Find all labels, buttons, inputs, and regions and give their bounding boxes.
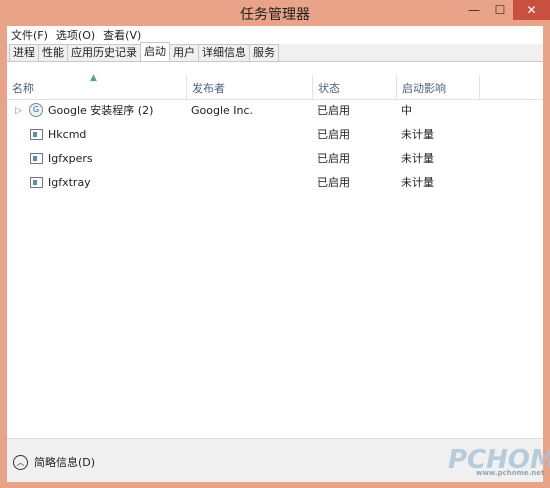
row-impact: 未计量 bbox=[401, 152, 434, 165]
row-name: Google 安装程序 (2) bbox=[48, 104, 154, 117]
table-row[interactable]: Hkcmd 已启用 未计量 bbox=[7, 123, 543, 147]
row-name: Igfxtray bbox=[48, 176, 91, 189]
table-row[interactable]: Igfxpers 已启用 未计量 bbox=[7, 147, 543, 171]
column-header-publisher[interactable]: 发布者 bbox=[187, 75, 313, 99]
tab-startup[interactable]: 启动 bbox=[140, 42, 170, 61]
row-impact: 中 bbox=[401, 104, 412, 117]
row-status: 已启用 bbox=[317, 104, 350, 117]
pchome-watermark: PCHOME www.pchome.net bbox=[448, 440, 550, 488]
chevron-up-icon[interactable]: ︿ bbox=[13, 455, 28, 470]
startup-list: ▷ G Google 安装程序 (2) Google Inc. 已启用 中 Hk… bbox=[7, 99, 543, 195]
row-publisher bbox=[186, 147, 191, 171]
row-name: Igfxpers bbox=[48, 152, 93, 165]
app-window-icon bbox=[30, 129, 43, 140]
row-name: Hkcmd bbox=[48, 128, 87, 141]
row-publisher bbox=[186, 123, 191, 147]
tab-services[interactable]: 服务 bbox=[249, 44, 279, 61]
row-impact: 未计量 bbox=[401, 176, 434, 189]
task-manager-window: 任务管理器 — ☐ ✕ 文件(F) 选项(O) 查看(V) 进程 性能 应用历史… bbox=[0, 0, 550, 488]
row-publisher bbox=[186, 171, 191, 195]
column-header: ▲ 名称 发布者 状态 启动影响 bbox=[7, 73, 543, 100]
column-header-status[interactable]: 状态 bbox=[313, 75, 397, 99]
menu-file[interactable]: 文件(F) bbox=[7, 27, 52, 43]
tab-strip: 进程 性能 应用历史记录 启动 用户 详细信息 服务 bbox=[7, 42, 543, 62]
google-installer-icon: G bbox=[29, 103, 43, 117]
row-status: 已启用 bbox=[317, 128, 350, 141]
fewer-details-link[interactable]: 简略信息(D) bbox=[34, 455, 95, 470]
minimize-button[interactable]: — bbox=[461, 0, 487, 20]
tab-details[interactable]: 详细信息 bbox=[198, 44, 250, 61]
app-window-icon bbox=[30, 177, 43, 188]
maximize-button[interactable]: ☐ bbox=[487, 0, 513, 20]
tab-app-history[interactable]: 应用历史记录 bbox=[67, 44, 141, 61]
row-publisher: Google Inc. bbox=[191, 104, 254, 117]
menu-view[interactable]: 查看(V) bbox=[99, 27, 145, 43]
column-header-name[interactable]: 名称 bbox=[7, 75, 187, 99]
close-button[interactable]: ✕ bbox=[513, 0, 550, 20]
menu-options[interactable]: 选项(O) bbox=[52, 27, 99, 43]
tab-users[interactable]: 用户 bbox=[169, 44, 199, 61]
row-status: 已启用 bbox=[317, 152, 350, 165]
title-bar[interactable]: 任务管理器 — ☐ ✕ bbox=[0, 0, 550, 26]
row-status: 已启用 bbox=[317, 176, 350, 189]
app-window-icon bbox=[30, 153, 43, 164]
table-row[interactable]: Igfxtray 已启用 未计量 bbox=[7, 171, 543, 195]
expand-arrow-icon[interactable]: ▷ bbox=[15, 99, 22, 123]
menu-bar: 文件(F) 选项(O) 查看(V) bbox=[7, 26, 543, 44]
tab-processes[interactable]: 进程 bbox=[9, 44, 39, 61]
table-row[interactable]: ▷ G Google 安装程序 (2) Google Inc. 已启用 中 bbox=[7, 99, 543, 123]
row-impact: 未计量 bbox=[401, 128, 434, 141]
tab-performance[interactable]: 性能 bbox=[38, 44, 68, 61]
column-header-impact[interactable]: 启动影响 bbox=[397, 75, 480, 99]
client-area: 文件(F) 选项(O) 查看(V) 进程 性能 应用历史记录 启动 用户 详细信… bbox=[7, 26, 543, 482]
watermark-url: www.pchome.net bbox=[476, 469, 545, 477]
